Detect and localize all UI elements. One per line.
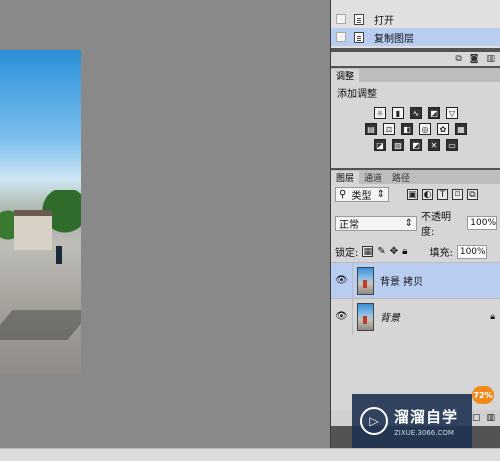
watermark-text: 溜溜自学 ZIXUE.3066.COM xyxy=(394,406,458,437)
blend-mode-value: 正常 xyxy=(339,219,359,231)
layer-row-background-copy[interactable]: 👁︎ 背景 拷贝 xyxy=(331,262,500,299)
photo-filter-icon[interactable]: ◎ xyxy=(419,123,431,135)
trash-icon[interactable]: ▥ xyxy=(486,413,495,423)
vibrance-icon[interactable]: ▽ xyxy=(446,107,458,119)
document-image[interactable] xyxy=(0,50,81,373)
layer-filter-select[interactable]: ⚲ 类型 ⇕ xyxy=(335,187,389,202)
adjustments-row-2: ▤ ⚖ ◧ ◎ ✿ ▦ xyxy=(331,123,500,135)
color-lookup-icon[interactable]: ▦ xyxy=(455,123,467,135)
pixel-filter-icon[interactable]: ▣ xyxy=(407,189,418,200)
lock-label: 锁定: xyxy=(335,248,359,259)
channel-mixer-icon[interactable]: ✿ xyxy=(437,123,449,135)
fill-input[interactable]: 100% xyxy=(456,244,487,259)
layers-tab-strip: 图层 通道 路径 xyxy=(331,170,500,184)
history-item-label: 复制图层 xyxy=(374,33,414,45)
chevron-down-icon: ⇕ xyxy=(376,189,385,200)
threshold-icon[interactable]: ◩ xyxy=(410,139,422,151)
history-item-open[interactable]: 打开 xyxy=(331,10,500,28)
levels-icon[interactable]: ▮ xyxy=(392,107,404,119)
layer-filter-row: ⚲ 类型 ⇕ ▣ ◐ T ⌑ ⧉ xyxy=(331,184,500,205)
layer-row-background[interactable]: 👁︎ 背景 🔒︎ xyxy=(331,298,500,335)
adjustments-row-1: ☼ ▮ ∿ ◩ ▽ xyxy=(331,107,500,119)
watermark: ▷ 溜溜自学 ZIXUE.3066.COM xyxy=(352,394,472,448)
curves-icon[interactable]: ∿ xyxy=(410,107,422,119)
opacity-label: 不透明度: xyxy=(421,212,452,238)
image-shadow xyxy=(0,310,81,340)
layer-name[interactable]: 背景 拷贝 xyxy=(380,273,423,288)
hue-saturation-icon[interactable]: ▤ xyxy=(365,123,377,135)
lock-all-icon[interactable]: 🔒︎ xyxy=(402,246,407,257)
adjustment-filter-icon[interactable]: ◐ xyxy=(422,189,433,200)
opacity-input[interactable]: 100% xyxy=(467,216,497,230)
lock-transparent-icon[interactable]: ▦ xyxy=(362,246,374,257)
shape-filter-icon[interactable]: ⌑ xyxy=(452,189,463,200)
right-panel: 打开 复制图层 ⧉ ◙ ▥ 调整 添加调整 ☼ ▮ ∿ ◩ ▽ ▤ ⚖ ◧ ◎ … xyxy=(330,0,500,448)
visibility-eye-icon[interactable]: 👁︎ xyxy=(331,262,353,299)
lock-brush-icon[interactable]: ✎ xyxy=(377,246,385,257)
tab-layers[interactable]: 图层 xyxy=(331,171,360,184)
brightness-icon[interactable]: ☼ xyxy=(374,107,386,119)
layers-panel: 图层 通道 路径 ⚲ 类型 ⇕ ▣ ◐ T ⌑ ⧉ 正常 ⇕ 不透明度: 100… xyxy=(331,170,500,418)
history-top-gap xyxy=(331,0,500,10)
adjustments-title: 添加调整 xyxy=(337,89,377,100)
watermark-title: 溜溜自学 xyxy=(394,407,459,426)
history-panel: 打开 复制图层 xyxy=(331,0,500,48)
play-logo-icon: ▷ xyxy=(360,407,388,435)
document-icon xyxy=(354,13,364,25)
tab-paths[interactable]: 路径 xyxy=(387,171,416,184)
history-checkbox[interactable] xyxy=(336,32,346,42)
history-item-duplicate-layer[interactable]: 复制图层 xyxy=(331,28,500,46)
chevron-down-icon: ⇕ xyxy=(404,217,414,229)
lock-row: 锁定: ▦ ✎ ✥ 🔒︎ 填充: 100% xyxy=(331,241,500,262)
invert-icon[interactable]: ◪ xyxy=(374,139,386,151)
selective-color-icon[interactable]: ✕ xyxy=(428,139,440,151)
adjustments-panel: 调整 添加调整 ☼ ▮ ∿ ◩ ▽ ▤ ⚖ ◧ ◎ ✿ ▦ ◪ ▨ ◩ ✕ ▭ xyxy=(331,68,500,168)
trash-icon[interactable]: ▥ xyxy=(486,54,495,64)
black-white-icon[interactable]: ◧ xyxy=(401,123,413,135)
adjustments-tab-strip: 调整 xyxy=(331,68,500,82)
exposure-icon[interactable]: ◩ xyxy=(428,107,440,119)
new-layer-icon[interactable]: ▢ xyxy=(472,413,481,423)
blend-row: 正常 ⇕ 不透明度: 100% xyxy=(331,205,500,241)
history-toolbar: ⧉ ◙ ▥ xyxy=(331,52,500,66)
image-person xyxy=(56,246,62,264)
layer-filter-label: 类型 xyxy=(351,191,372,202)
watermark-url: ZIXUE.3066.COM xyxy=(394,428,454,437)
new-document-from-state-icon[interactable]: ⧉ xyxy=(455,54,461,64)
document-icon xyxy=(354,31,364,43)
tab-adjustments[interactable]: 调整 xyxy=(331,69,360,82)
lock-icon: 🔒︎ xyxy=(490,311,495,322)
tab-channels[interactable]: 通道 xyxy=(359,171,388,184)
type-filter-icon[interactable]: T xyxy=(437,189,448,200)
history-checkbox[interactable] xyxy=(336,14,346,24)
history-item-label: 打开 xyxy=(374,15,394,27)
blend-mode-select[interactable]: 正常 ⇕ xyxy=(335,215,418,231)
smart-object-filter-icon[interactable]: ⧉ xyxy=(467,189,478,200)
canvas-workspace[interactable] xyxy=(0,0,330,448)
search-icon: ⚲ xyxy=(339,189,347,200)
posterize-icon[interactable]: ▨ xyxy=(392,139,404,151)
color-balance-icon[interactable]: ⚖ xyxy=(383,123,395,135)
visibility-eye-icon[interactable]: 👁︎ xyxy=(331,298,353,335)
image-house xyxy=(14,210,52,250)
status-bar xyxy=(0,448,500,461)
fill-label: 填充: xyxy=(429,248,453,259)
layer-thumbnail xyxy=(357,266,374,295)
layer-thumbnail xyxy=(357,302,374,331)
gradient-map-icon[interactable]: ▭ xyxy=(446,139,458,151)
snapshot-camera-icon[interactable]: ◙ xyxy=(470,54,479,64)
layer-name[interactable]: 背景 xyxy=(380,309,400,324)
adjustments-row-3: ◪ ▨ ◩ ✕ ▭ xyxy=(331,139,500,151)
zoom-badge: 72% xyxy=(472,386,494,404)
lock-position-icon[interactable]: ✥ xyxy=(390,246,398,257)
